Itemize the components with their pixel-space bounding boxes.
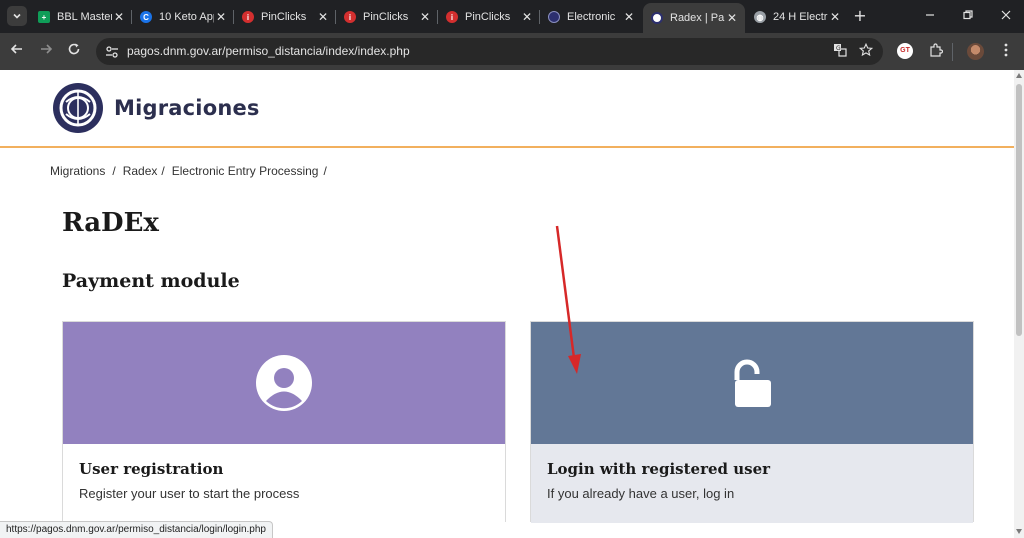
pinclicks-icon: i — [446, 11, 458, 23]
breadcrumb-item-radex[interactable]: Radex — [123, 164, 158, 178]
web-page: Migraciones Migrations / Radex / Electro… — [0, 70, 1014, 538]
unlock-icon — [734, 359, 771, 407]
back-button[interactable] — [8, 42, 26, 60]
pinclicks-icon: i — [242, 11, 254, 23]
breadcrumb-item-migrations[interactable]: Migrations — [50, 164, 105, 178]
close-tab-icon[interactable]: ✕ — [725, 11, 739, 25]
c-icon: C — [140, 11, 152, 23]
breadcrumb-separator: / — [323, 164, 327, 178]
card-banner[interactable] — [63, 322, 505, 444]
restore-button[interactable] — [958, 6, 978, 26]
close-icon — [1001, 10, 1011, 20]
close-tab-icon[interactable]: ✕ — [622, 10, 636, 24]
breadcrumb-separator: / — [112, 164, 116, 178]
browser-tab[interactable]: i PinClicks ✕ — [438, 4, 540, 30]
site-settings-icon[interactable] — [104, 44, 120, 60]
chevron-down-icon — [13, 13, 21, 19]
menu-kebab-icon[interactable] — [997, 43, 1015, 61]
site-logo[interactable]: Migraciones — [52, 82, 260, 134]
card-title[interactable]: User registration — [79, 460, 223, 478]
globe-icon: ◍ — [754, 11, 766, 23]
close-tab-icon[interactable]: ✕ — [316, 10, 330, 24]
card-description: Register your user to start the process — [79, 486, 300, 501]
browser-tab[interactable]: + BBL Master ✕ — [30, 4, 132, 30]
translate-icon[interactable]: G — [832, 43, 848, 59]
svg-text:G: G — [836, 45, 841, 52]
close-window-button[interactable] — [996, 6, 1016, 26]
pinclicks-icon: i — [344, 11, 356, 23]
new-tab-button[interactable]: + — [852, 7, 868, 25]
browser-toolbar: pagos.dnm.gov.ar/permiso_distancia/index… — [0, 33, 1024, 70]
user-icon — [256, 355, 312, 411]
card-banner[interactable] — [531, 322, 973, 444]
sheets-icon: + — [38, 11, 50, 23]
profile-avatar[interactable] — [967, 43, 985, 61]
scroll-up-icon[interactable] — [1016, 73, 1022, 78]
page-title: RaDEx — [62, 208, 159, 238]
minimize-button[interactable] — [920, 6, 940, 26]
browser-tab[interactable]: i PinClicks ✕ — [234, 4, 336, 30]
section-title: Payment module — [62, 270, 240, 292]
tab-search-button[interactable] — [7, 6, 27, 26]
reload-button[interactable] — [65, 42, 83, 60]
browser-tab[interactable]: i PinClicks ✕ — [336, 4, 438, 30]
card-description: If you already have a user, log in — [547, 486, 735, 501]
forward-button[interactable] — [37, 42, 55, 60]
arrow-left-icon — [10, 44, 22, 54]
browser-tab-bar: + BBL Master ✕ C 10 Keto App ✕ i PinClic… — [0, 0, 1024, 33]
breadcrumb-item-electronic-entry[interactable]: Electronic Entry Processing — [172, 164, 319, 178]
logo-text: Migraciones — [114, 96, 260, 120]
close-tab-icon[interactable]: ✕ — [112, 10, 126, 24]
page-scrollbar[interactable] — [1014, 70, 1024, 538]
extension-badge-icon[interactable]: GT — [897, 43, 915, 61]
address-bar[interactable]: pagos.dnm.gov.ar/permiso_distancia/index… — [96, 38, 883, 65]
scrollbar-thumb[interactable] — [1016, 84, 1022, 336]
site-header: Migraciones — [0, 70, 1014, 148]
url-text[interactable]: pagos.dnm.gov.ar/permiso_distancia/index… — [127, 44, 410, 58]
close-tab-icon[interactable]: ✕ — [520, 10, 534, 24]
browser-tab[interactable]: C 10 Keto App ✕ — [132, 4, 234, 30]
toolbar-divider — [952, 43, 953, 61]
user-registration-card[interactable]: User registration Register your user to … — [62, 321, 506, 523]
card-title[interactable]: Login with registered user — [547, 460, 770, 478]
link-status-bar: https://pagos.dnm.gov.ar/permiso_distanc… — [0, 521, 273, 538]
arrow-right-icon — [41, 44, 53, 54]
card-body[interactable]: User registration Register your user to … — [63, 444, 505, 523]
close-tab-icon[interactable]: ✕ — [828, 10, 842, 24]
browser-tab[interactable]: Electronic ✕ — [540, 4, 642, 30]
dnm-icon — [548, 11, 560, 23]
extensions-puzzle-icon[interactable] — [927, 43, 945, 61]
browser-tab-active[interactable]: Radex | Pa ✕ — [643, 3, 745, 33]
restore-icon — [963, 10, 973, 20]
dnm-icon — [651, 12, 663, 24]
reload-icon — [68, 43, 80, 55]
migraciones-logo-icon — [53, 83, 103, 133]
minimize-icon — [926, 14, 934, 16]
browser-tab[interactable]: ◍ 24 H Electr ✕ — [746, 4, 848, 30]
close-tab-icon[interactable]: ✕ — [418, 10, 432, 24]
card-body[interactable]: Login with registered user If you alread… — [531, 444, 973, 523]
scroll-down-icon[interactable] — [1016, 529, 1022, 534]
bookmark-star-icon[interactable] — [858, 42, 874, 59]
login-card[interactable]: Login with registered user If you alread… — [530, 321, 974, 523]
breadcrumb: Migrations / Radex / Electronic Entry Pr… — [50, 164, 334, 178]
breadcrumb-separator: / — [161, 164, 165, 178]
close-tab-icon[interactable]: ✕ — [214, 10, 228, 24]
